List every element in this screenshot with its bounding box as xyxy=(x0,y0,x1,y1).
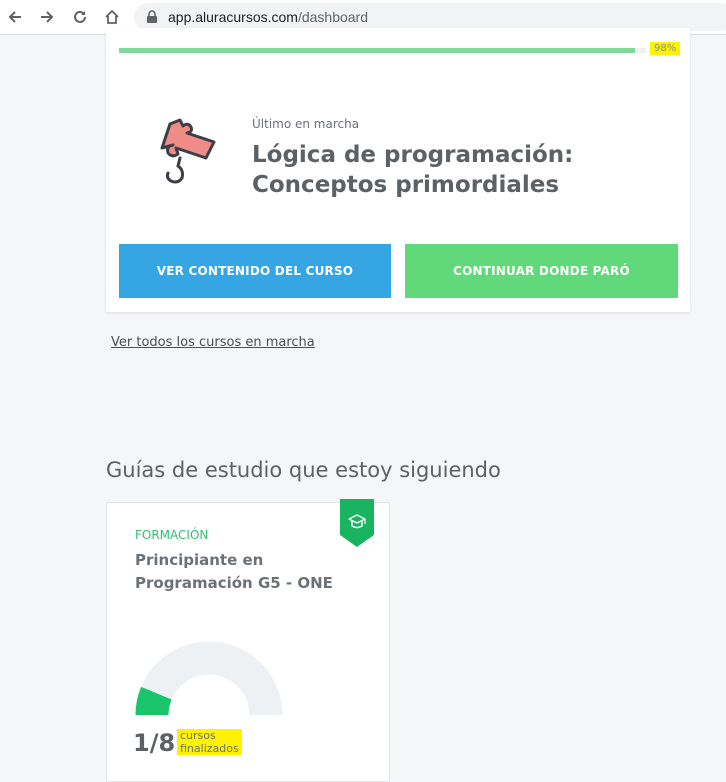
progress-fill xyxy=(119,48,636,53)
course-title[interactable]: Lógica de programación: Conceptos primor… xyxy=(252,140,672,200)
courses-count: 1/8 xyxy=(133,729,176,757)
count-label-line2: finalizados xyxy=(180,742,239,755)
guide-title: Principiante en Programación G5 - ONE xyxy=(135,549,365,595)
progress-bar xyxy=(119,48,646,53)
guide-kind-label: FORMACIÓN xyxy=(135,528,209,542)
progress-percent: 98% xyxy=(650,42,681,55)
address-bar[interactable]: app.aluracursos.com/dashboard xyxy=(134,3,726,31)
view-course-contents-button[interactable]: VER CONTENIDO DEL CURSO xyxy=(119,244,391,298)
url-domain: app.aluracursos.com xyxy=(168,9,298,25)
guide-title-line2: Programación G5 - ONE xyxy=(135,574,333,592)
url-path: /dashboard xyxy=(297,9,369,25)
guide-title-line1: Principiante en xyxy=(135,551,264,569)
lock-icon xyxy=(147,10,157,23)
course-title-line1: Lógica de programación: xyxy=(252,142,574,168)
graduation-cap-bookmark-icon xyxy=(340,499,374,547)
puzzle-hook-icon xyxy=(160,118,216,184)
arrow-left-icon xyxy=(8,11,21,23)
home-button[interactable] xyxy=(100,5,124,29)
count-label-line1: cursos xyxy=(180,729,216,742)
back-button[interactable] xyxy=(3,5,27,29)
arrow-right-icon xyxy=(41,11,54,23)
home-icon xyxy=(105,9,119,24)
reload-button[interactable] xyxy=(68,5,92,29)
study-guides-heading: Guías de estudio que estoy siguiendo xyxy=(106,458,501,482)
study-guide-card[interactable]: FORMACIÓN Principiante en Programación G… xyxy=(106,499,390,782)
url-text: app.aluracursos.com/dashboard xyxy=(168,9,368,25)
courses-finished-label: cursos finalizados xyxy=(177,729,242,755)
all-courses-link[interactable]: Ver todos los cursos en marcha xyxy=(111,335,315,350)
forward-button[interactable] xyxy=(35,5,59,29)
last-in-progress-label: Último en marcha xyxy=(252,117,360,131)
continue-course-button[interactable]: CONTINUAR DONDE PARÓ xyxy=(405,244,678,298)
gauge-fill xyxy=(135,686,172,716)
course-title-line2: Conceptos primordiales xyxy=(252,172,560,198)
last-course-card: 98% Último en marcha Lógica de programac… xyxy=(106,28,690,312)
reload-icon xyxy=(74,10,86,23)
completion-gauge xyxy=(135,641,283,716)
